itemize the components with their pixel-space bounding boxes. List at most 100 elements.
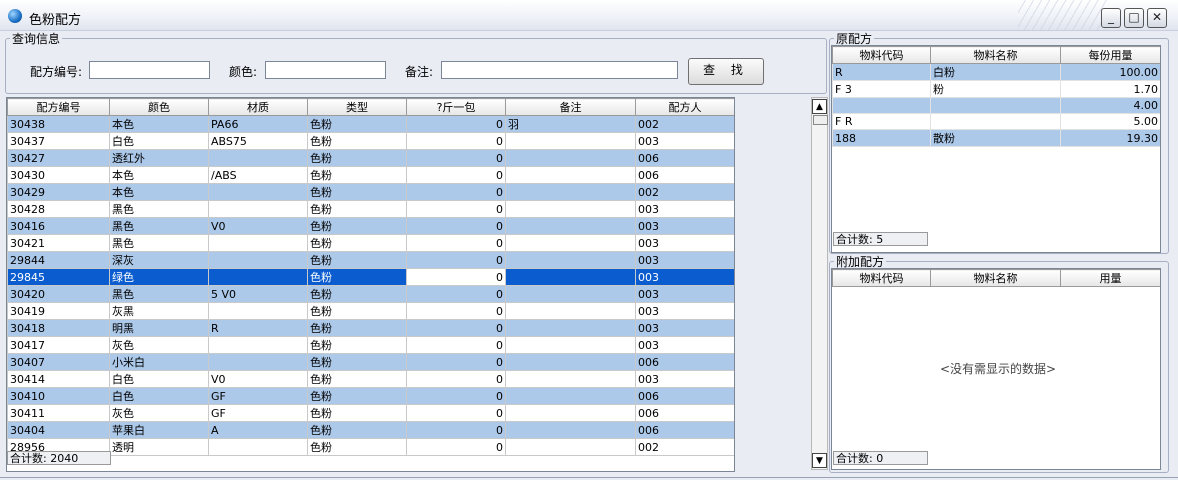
table-cell[interactable]: /ABS [208, 166, 308, 184]
table-cell[interactable]: 006 [635, 353, 734, 371]
table-cell[interactable] [505, 336, 636, 354]
table-cell[interactable] [505, 319, 636, 337]
table-cell[interactable] [208, 302, 308, 320]
table-cell[interactable]: 0 [406, 251, 506, 269]
table-cell[interactable]: 0 [406, 285, 506, 303]
table-cell[interactable]: 羽 [505, 115, 636, 133]
column-header[interactable]: 物料代码 [832, 46, 931, 64]
recipe-grid[interactable]: 配方编号 颜色 材质 类型 ?斤一包 备注 配方人 30438 本色 PA66 色粉 0 羽 002 30… [6, 97, 735, 472]
table-cell[interactable]: ABS75 [208, 132, 308, 150]
column-header[interactable]: 备注 [505, 98, 636, 116]
table-row[interactable]: 30404 苹果白 A 色粉 0 006 [7, 421, 734, 439]
table-row[interactable]: 30430 本色/ABS 色粉 0 006 [7, 166, 734, 184]
table-cell[interactable]: 003 [635, 132, 734, 150]
table-cell[interactable]: 黑色 [109, 217, 209, 235]
table-cell[interactable]: 色粉 [307, 132, 407, 150]
table-cell[interactable]: 色粉 [307, 251, 407, 269]
table-cell[interactable] [208, 268, 308, 286]
material-cell[interactable]: 4.00 [1060, 97, 1160, 114]
table-cell[interactable]: 色粉 [307, 115, 407, 133]
table-cell[interactable]: 006 [635, 421, 734, 439]
table-cell[interactable]: 30430 [7, 166, 110, 184]
table-cell[interactable]: 白色 [109, 387, 209, 405]
table-cell[interactable]: GF [208, 404, 308, 422]
table-row[interactable]: 30421 黑色 色粉 0 003 [7, 234, 734, 252]
table-cell[interactable]: 黑色 [109, 285, 209, 303]
table-cell[interactable]: 002 [635, 115, 734, 133]
table-cell[interactable] [208, 234, 308, 252]
table-cell[interactable]: 明黑 [109, 319, 209, 337]
table-cell[interactable] [505, 370, 636, 388]
table-cell[interactable]: 色粉 [307, 285, 407, 303]
table-cell[interactable]: 002 [635, 438, 734, 456]
table-cell[interactable] [505, 268, 636, 286]
column-header[interactable]: 物料名称 [930, 269, 1061, 287]
material-cell[interactable]: 白粉 [930, 63, 1061, 81]
table-cell[interactable]: 30418 [7, 319, 110, 337]
material-cell[interactable]: F 3 [832, 80, 931, 98]
table-cell[interactable]: 本色 [109, 183, 209, 201]
table-cell[interactable]: 0 [406, 268, 506, 286]
table-cell[interactable]: 30420 [7, 285, 110, 303]
material-cell[interactable]: 5.00 [1060, 113, 1160, 130]
table-cell[interactable] [505, 438, 636, 456]
table-cell[interactable]: 30416 [7, 217, 110, 235]
table-cell[interactable]: 003 [635, 268, 734, 286]
table-cell[interactable]: 色粉 [307, 353, 407, 371]
table-cell[interactable]: 30429 [7, 183, 110, 201]
table-row[interactable]: 30407 小米白 色粉 0 006 [7, 353, 734, 371]
table-cell[interactable]: 色粉 [307, 336, 407, 354]
table-row[interactable]: 30419 灰黑 色粉 0 003 [7, 302, 734, 320]
table-cell[interactable]: 色粉 [307, 268, 407, 286]
table-cell[interactable]: 色粉 [307, 200, 407, 218]
material-row[interactable]: 188 散粉 19.30 [832, 129, 1160, 147]
table-row[interactable]: 30438 本色 PA66 色粉 0 羽 002 [7, 115, 734, 133]
scroll-thumb[interactable] [813, 115, 828, 125]
table-cell[interactable]: 色粉 [307, 149, 407, 167]
table-row[interactable]: 28956 透明 色粉 0 002 [7, 438, 734, 456]
table-cell[interactable] [505, 285, 636, 303]
table-cell[interactable] [505, 166, 636, 184]
table-row[interactable]: 30420 黑色 5 V0 色粉 0 003 [7, 285, 734, 303]
table-cell[interactable] [505, 149, 636, 167]
original-recipe-grid[interactable]: 物料代码 物料名称 每份用量 R 白粉 100.00 F 3 粉 1.70 4.00 F R 5.0… [831, 45, 1161, 253]
table-cell[interactable]: 29845 [7, 268, 110, 286]
table-cell[interactable]: 5 V0 [208, 285, 308, 303]
table-cell[interactable] [505, 421, 636, 439]
table-cell[interactable] [505, 302, 636, 320]
scroll-up-arrow[interactable]: ▲ [812, 99, 827, 114]
scroll-down-arrow[interactable]: ▼ [812, 453, 827, 468]
table-cell[interactable]: 0 [406, 319, 506, 337]
table-cell[interactable] [505, 234, 636, 252]
table-cell[interactable]: 003 [635, 217, 734, 235]
table-row[interactable]: 29844 深灰 色粉 0 003 [7, 251, 734, 269]
table-cell[interactable]: 苹果白 [109, 421, 209, 439]
table-cell[interactable] [505, 251, 636, 269]
recipe-grid-scrollbar[interactable]: ▲ ▼ [811, 97, 828, 470]
table-cell[interactable]: 色粉 [307, 438, 407, 456]
table-cell[interactable]: GF [208, 387, 308, 405]
table-cell[interactable]: 色粉 [307, 421, 407, 439]
table-cell[interactable] [208, 251, 308, 269]
table-cell[interactable]: 色粉 [307, 370, 407, 388]
table-cell[interactable]: 006 [635, 166, 734, 184]
maximize-button[interactable]: □ [1124, 8, 1144, 28]
table-cell[interactable]: PA66 [208, 115, 308, 133]
table-cell[interactable]: 30414 [7, 370, 110, 388]
table-row-selected[interactable]: 29845 绿色 色粉 0 003 [7, 268, 734, 286]
material-cell[interactable]: 散粉 [930, 129, 1061, 147]
remark-input[interactable] [441, 61, 678, 79]
table-cell[interactable]: 小米白 [109, 353, 209, 371]
table-cell[interactable]: 30428 [7, 200, 110, 218]
material-cell[interactable] [832, 97, 931, 114]
table-row[interactable]: 30410 白色 GF 色粉 0 006 [7, 387, 734, 405]
column-header[interactable]: 类型 [307, 98, 407, 116]
close-button[interactable]: ✕ [1147, 8, 1167, 28]
column-header[interactable]: 材质 [208, 98, 308, 116]
table-row[interactable]: 30437 白色 ABS75 色粉 0 003 [7, 132, 734, 150]
table-cell[interactable] [505, 404, 636, 422]
table-row[interactable]: 30429 本色 色粉 0 002 [7, 183, 734, 201]
table-cell[interactable]: 30411 [7, 404, 110, 422]
table-cell[interactable]: 0 [406, 404, 506, 422]
table-cell[interactable] [505, 183, 636, 201]
